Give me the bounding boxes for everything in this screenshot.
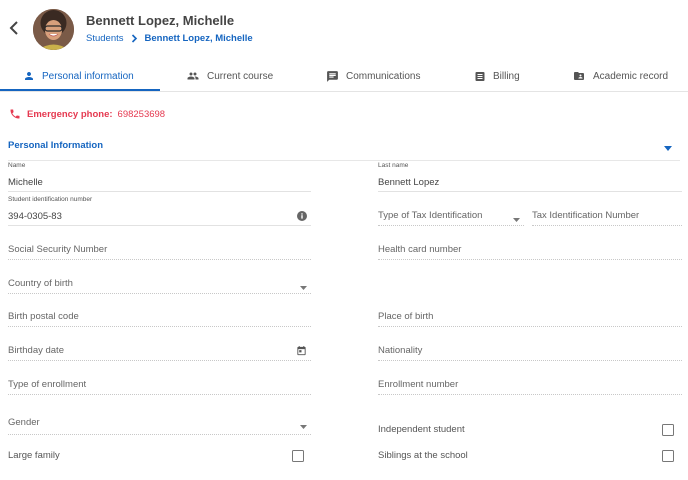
underline: [378, 225, 524, 226]
tab-label: Current course: [207, 70, 274, 82]
underline: [8, 434, 311, 435]
emergency-phone: Emergency phone: 698253698: [9, 108, 165, 120]
student-id-value[interactable]: 394-0305-83: [8, 211, 62, 222]
active-tab-indicator: [0, 89, 160, 91]
page-header: Bennett Lopez, Michelle Students Bennett…: [0, 0, 688, 58]
health-card-field[interactable]: Health card number: [378, 230, 682, 260]
last-name-value[interactable]: Bennett Lopez: [378, 177, 439, 188]
tax-type-select[interactable]: Type of Tax Identification: [378, 196, 524, 226]
phone-icon: [10, 109, 20, 119]
underline: [8, 225, 311, 226]
underline: [8, 191, 311, 192]
tab-current-course[interactable]: Current course: [186, 60, 273, 92]
country-of-birth-placeholder: Country of birth: [8, 278, 73, 289]
enrollment-type-placeholder: Type of enrollment: [8, 379, 87, 390]
gender-placeholder: Gender: [8, 417, 40, 428]
independent-student-checkbox[interactable]: [662, 424, 674, 436]
tab-bar: Personal information Current course Comm…: [0, 60, 688, 92]
enrollment-number-field[interactable]: Enrollment number: [378, 365, 682, 395]
birthday-field[interactable]: Birthday date: [8, 331, 311, 361]
birth-postal-code-placeholder: Birth postal code: [8, 311, 79, 322]
underline: [8, 326, 311, 327]
underline: [8, 394, 311, 395]
chevron-right-icon: [131, 34, 138, 43]
place-of-birth-placeholder: Place of birth: [378, 311, 434, 322]
person-icon: [25, 72, 33, 80]
country-of-birth-select[interactable]: Country of birth: [8, 264, 311, 294]
ssn-field[interactable]: Social Security Number: [8, 230, 311, 260]
avatar: [33, 9, 74, 50]
calendar-icon[interactable]: [296, 345, 307, 360]
last-name-field[interactable]: Last name Bennett Lopez: [378, 162, 682, 192]
people-icon: [187, 72, 199, 80]
section-title: Personal Information: [8, 140, 104, 151]
breadcrumb-students-link[interactable]: Students: [86, 33, 124, 44]
underline: [532, 225, 682, 226]
siblings-label: Siblings at the school: [378, 450, 468, 461]
folder-account-icon: [574, 72, 584, 80]
chat-icon: [327, 70, 338, 82]
tab-label: Billing: [493, 70, 520, 82]
gender-select[interactable]: Gender: [8, 403, 311, 435]
health-card-placeholder: Health card number: [378, 244, 462, 255]
tab-academic-record[interactable]: Academic record: [572, 60, 668, 92]
name-value[interactable]: Michelle: [8, 177, 43, 188]
student-id-label: Student identification number: [8, 196, 93, 203]
underline: [378, 191, 682, 192]
caret-down-icon: [300, 282, 307, 293]
name-label: Name: [8, 162, 26, 169]
underline: [8, 360, 311, 361]
billing-icon: [475, 71, 485, 81]
breadcrumb: Students Bennett Lopez, Michelle: [86, 33, 253, 44]
emergency-phone-value: 698253698: [117, 108, 166, 120]
nationality-placeholder: Nationality: [378, 345, 423, 356]
info-icon[interactable]: [297, 211, 307, 224]
enrollment-type-field[interactable]: Type of enrollment: [8, 365, 311, 395]
large-family-label: Large family: [8, 450, 60, 461]
underline: [378, 259, 682, 260]
page-title: Bennett Lopez, Michelle: [86, 13, 235, 28]
last-name-label: Last name: [378, 162, 409, 169]
underline: [8, 293, 311, 294]
tax-type-placeholder: Type of Tax Identification: [378, 210, 483, 221]
tab-personal-information[interactable]: Personal information: [23, 60, 134, 92]
emergency-phone-label: Emergency phone:: [27, 108, 113, 120]
divider: [8, 160, 680, 161]
tab-billing[interactable]: Billing: [474, 60, 520, 92]
underline: [8, 259, 311, 260]
tax-number-placeholder: Tax Identification Number: [532, 210, 640, 221]
birthday-placeholder: Birthday date: [8, 345, 64, 356]
tab-label: Communications: [346, 70, 421, 82]
place-of-birth-field[interactable]: Place of birth: [378, 297, 682, 327]
tab-communications[interactable]: Communications: [326, 60, 420, 92]
ssn-placeholder: Social Security Number: [8, 244, 108, 255]
breadcrumb-current: Bennett Lopez, Michelle: [144, 33, 253, 44]
underline: [378, 394, 682, 395]
caret-down-icon: [300, 421, 307, 432]
tab-label: Personal information: [42, 70, 134, 82]
independent-student-label: Independent student: [378, 424, 465, 435]
tax-number-field[interactable]: Tax Identification Number: [532, 196, 682, 226]
birth-postal-code-field[interactable]: Birth postal code: [8, 297, 311, 327]
caret-down-icon: [513, 214, 520, 225]
nationality-field[interactable]: Nationality: [378, 331, 682, 361]
back-arrow-icon[interactable]: [8, 20, 22, 36]
siblings-checkbox[interactable]: [662, 450, 674, 462]
underline: [378, 326, 682, 327]
tab-label: Academic record: [593, 70, 669, 82]
name-field[interactable]: Name Michelle: [8, 162, 311, 192]
student-id-field[interactable]: Student identification number 394-0305-8…: [8, 196, 311, 226]
caret-down-icon[interactable]: [664, 143, 672, 154]
underline: [378, 360, 682, 361]
large-family-checkbox[interactable]: [292, 450, 304, 462]
enrollment-number-placeholder: Enrollment number: [378, 379, 459, 390]
